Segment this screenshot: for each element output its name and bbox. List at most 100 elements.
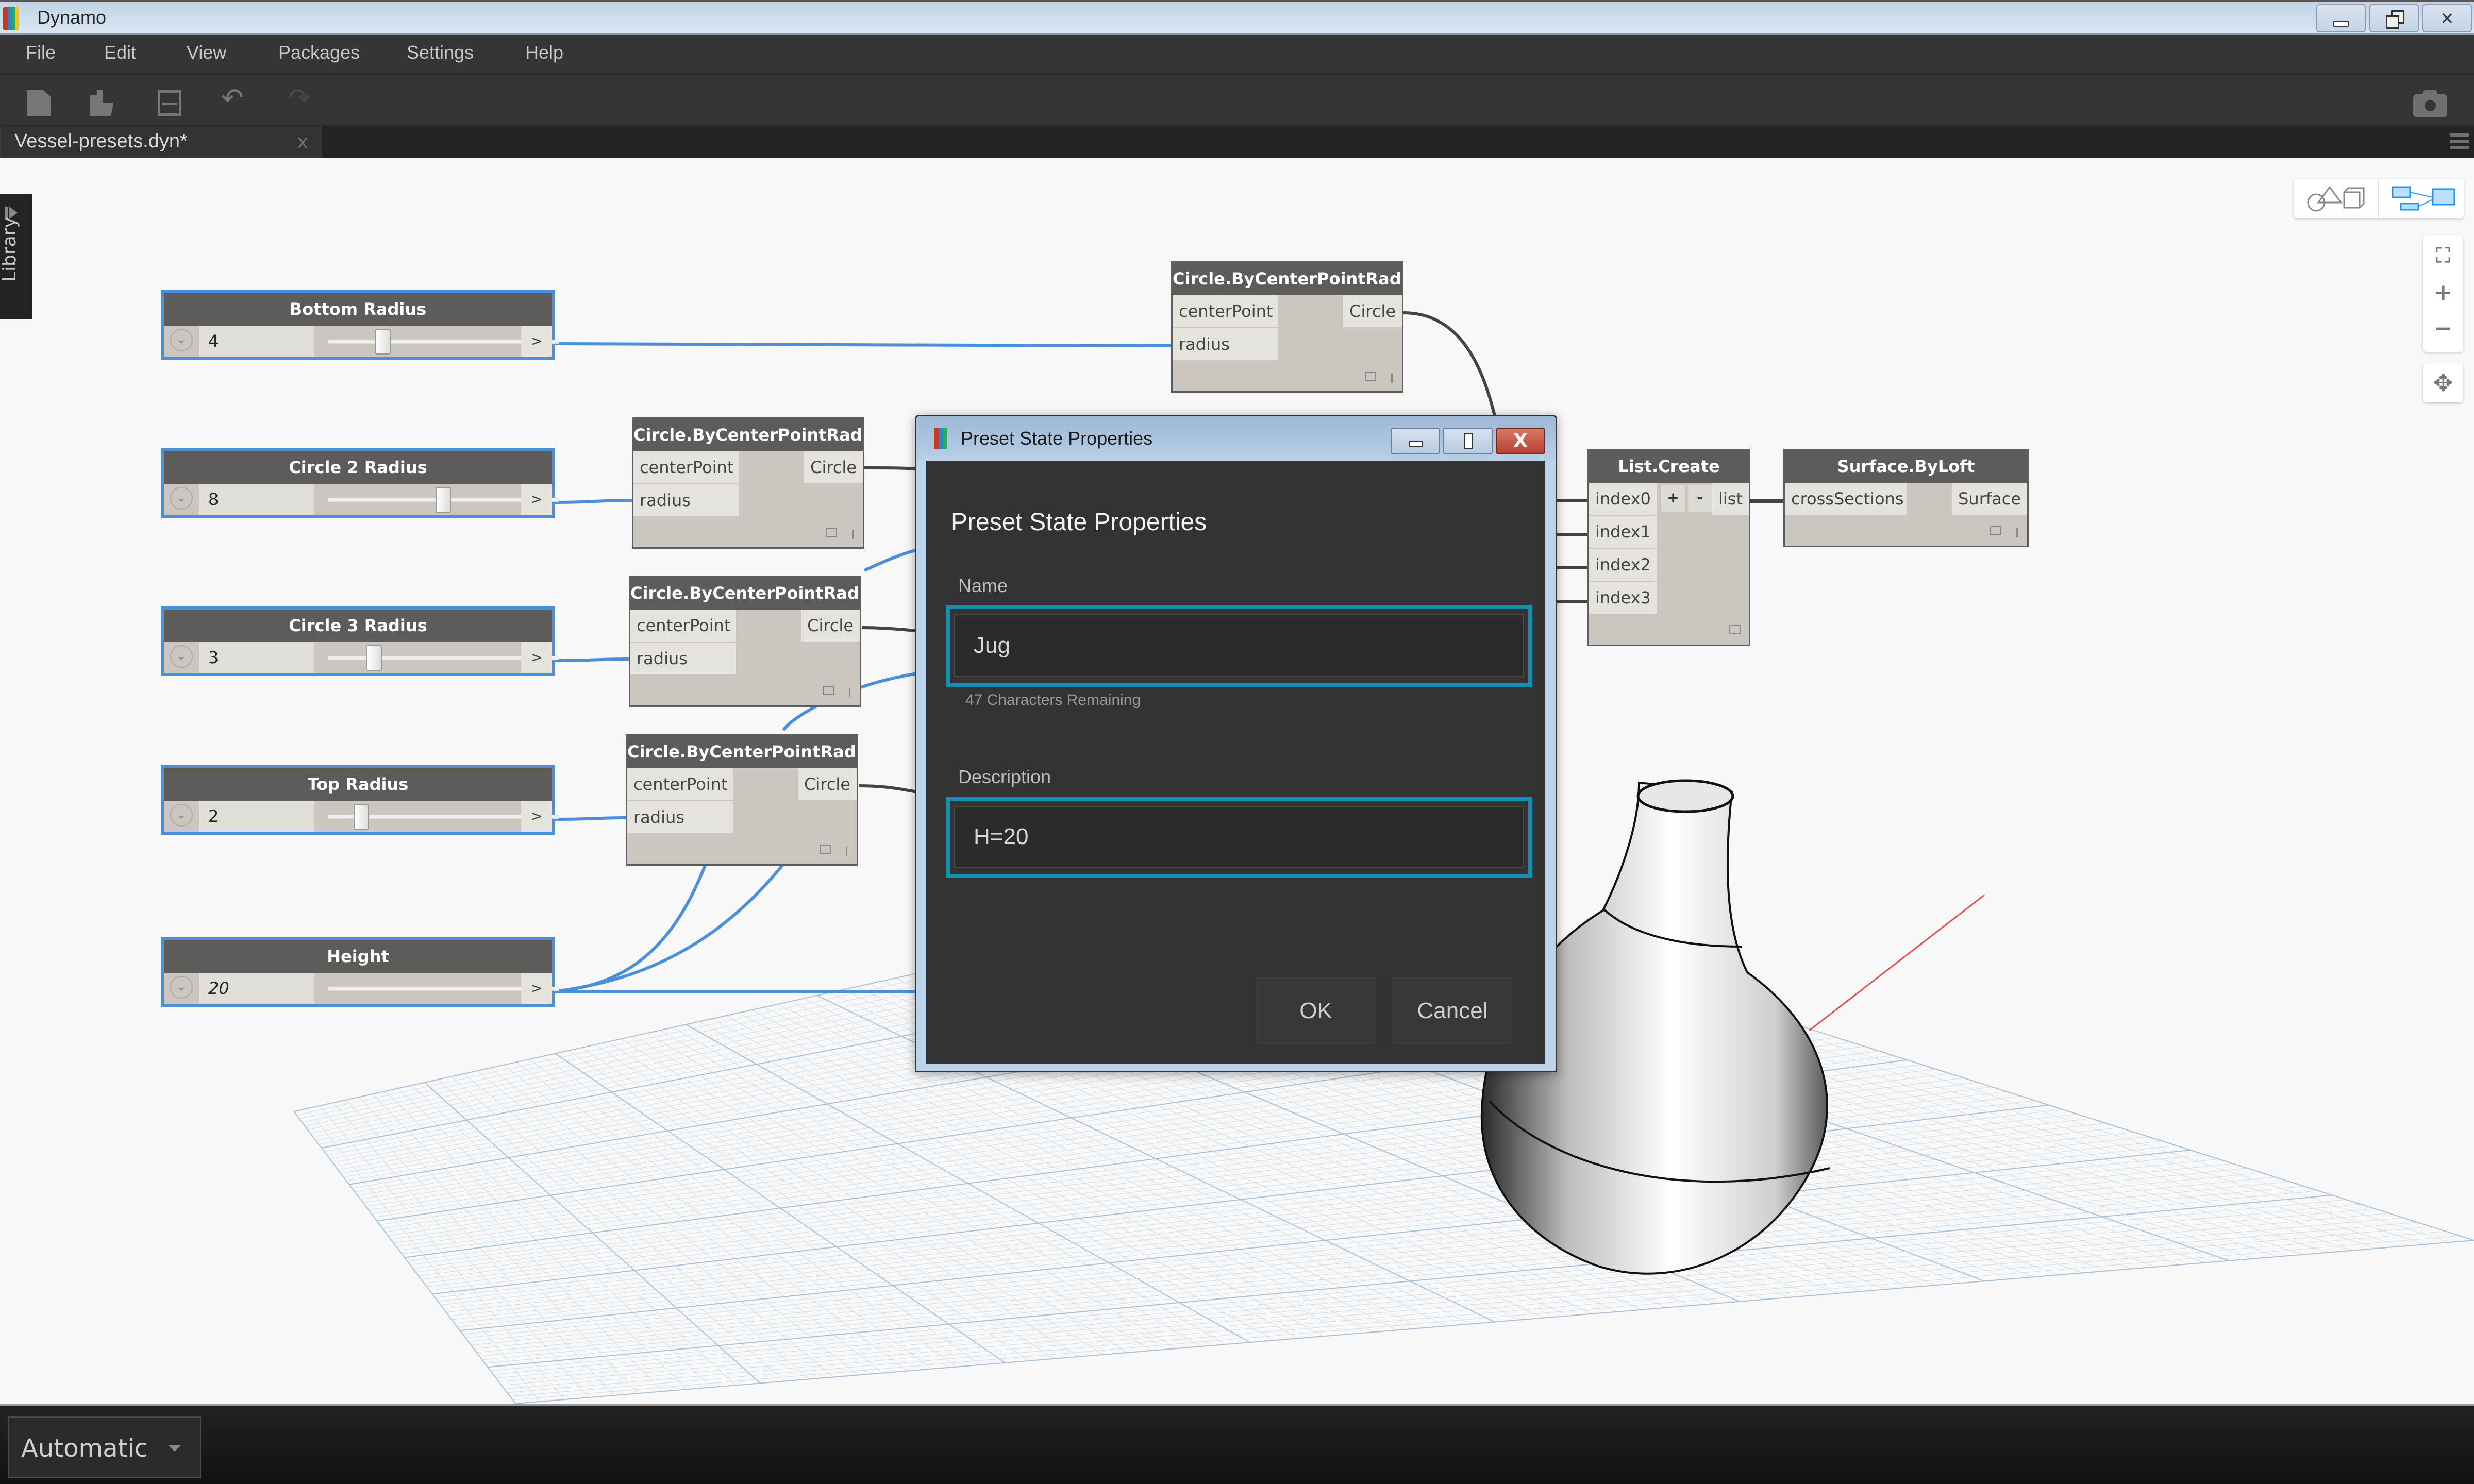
hamburger-menu-icon[interactable]: [2450, 133, 2469, 149]
slider-node-bottom-radius[interactable]: Bottom Radius ⌄ 4 >: [161, 290, 559, 360]
close-button[interactable]: ✕: [2422, 4, 2472, 32]
slider-value-field[interactable]: 8: [199, 484, 314, 515]
preview-toggle-icon[interactable]: [1990, 526, 2001, 535]
zoom-out-button[interactable]: −: [2423, 311, 2463, 347]
graph-view-icon[interactable]: [2392, 186, 2459, 212]
node-title: Surface.ByLoft: [1785, 450, 2027, 483]
lacing-icon: [852, 530, 854, 539]
slider-value-field[interactable]: 20: [199, 973, 314, 1004]
preview-toggle-icon[interactable]: [1365, 372, 1376, 381]
expand-chevron-icon[interactable]: ⌄: [170, 645, 193, 668]
tab-vessel-presets[interactable]: Vessel-presets.dyn* x: [0, 126, 322, 158]
node-title: Circle.ByCenterPointRadius: [1173, 263, 1402, 295]
slider-node-height[interactable]: Height ⌄ 20 >: [161, 937, 559, 1007]
slider-node-top-radius[interactable]: Top Radius ⌄ 2 >: [161, 765, 559, 835]
slider-value-field[interactable]: 3: [199, 642, 314, 673]
input-port-centerpoint[interactable]: centerPoint: [633, 451, 739, 483]
circle-node[interactable]: Circle.ByCenterPointRadius centerPoint Ci…: [1171, 261, 1403, 393]
slider-thumb[interactable]: [354, 804, 370, 830]
pan-icon[interactable]: ✥: [2423, 363, 2463, 402]
preview-toggle-icon[interactable]: [1729, 625, 1741, 634]
undo-icon[interactable]: ↶: [221, 83, 244, 114]
save-icon[interactable]: [158, 90, 181, 116]
ok-button[interactable]: OK: [1256, 977, 1376, 1044]
output-port-circle[interactable]: Circle: [804, 451, 863, 483]
geometry-view-icon[interactable]: [2304, 185, 2371, 212]
slider-step-button[interactable]: >: [521, 484, 552, 515]
preview-toggle-icon[interactable]: [823, 686, 834, 695]
zoom-fit-icon[interactable]: ⛶: [2423, 238, 2463, 274]
menu-help[interactable]: Help: [525, 42, 563, 63]
input-port-radius[interactable]: radius: [630, 643, 736, 674]
lacing-icon: [846, 847, 847, 856]
name-input[interactable]: [954, 614, 1524, 677]
slider-thumb[interactable]: [366, 645, 382, 671]
redo-icon[interactable]: ↷: [288, 83, 311, 114]
slider-node-circle3-radius[interactable]: Circle 3 Radius ⌄ 3 >: [161, 606, 559, 676]
slider-thumb[interactable]: [375, 329, 391, 355]
input-port-centerpoint[interactable]: centerPoint: [627, 768, 733, 800]
library-panel-toggle[interactable]: Library: [0, 194, 32, 319]
output-port-surface[interactable]: Surface: [1952, 483, 2027, 515]
tab-bar: Vessel-presets.dyn* x: [0, 126, 2474, 158]
tab-close-icon[interactable]: x: [297, 130, 309, 153]
menu-settings[interactable]: Settings: [407, 42, 474, 63]
output-port-circle[interactable]: Circle: [801, 610, 860, 642]
slider-step-button[interactable]: >: [521, 326, 552, 357]
output-port-circle[interactable]: Circle: [798, 768, 857, 800]
slider-node-circle2-radius[interactable]: Circle 2 Radius ⌄ 8 >: [161, 448, 559, 518]
slider-step-button[interactable]: >: [521, 973, 552, 1004]
menu-view[interactable]: View: [187, 42, 226, 63]
output-port-circle[interactable]: Circle: [1343, 295, 1402, 327]
menu-file[interactable]: File: [26, 42, 56, 63]
new-file-icon[interactable]: [27, 90, 51, 116]
input-port-crosssections[interactable]: crossSections: [1785, 483, 1907, 515]
expand-chevron-icon[interactable]: ⌄: [170, 804, 193, 827]
slider-value-field[interactable]: 2: [199, 801, 314, 832]
run-mode-dropdown[interactable]: Automatic: [8, 1416, 201, 1478]
input-port-index2[interactable]: index2: [1589, 549, 1657, 581]
expand-chevron-icon[interactable]: ⌄: [170, 487, 193, 510]
slider-thumb[interactable]: [436, 487, 451, 513]
slider-value-field[interactable]: 4: [199, 326, 314, 357]
open-file-icon[interactable]: [90, 90, 113, 116]
dialog-title-bar[interactable]: Preset State Properties X: [916, 416, 1556, 461]
lacing-icon: [849, 688, 850, 697]
expand-chevron-icon[interactable]: ⌄: [170, 329, 193, 351]
circle-node[interactable]: Circle.ByCenterPointRadius centerPoint Ci…: [626, 734, 858, 866]
input-port-centerpoint[interactable]: centerPoint: [1173, 295, 1278, 327]
dialog-maximize-button[interactable]: [1443, 428, 1493, 454]
slider-step-button[interactable]: >: [521, 642, 552, 673]
input-port-index0[interactable]: index0: [1589, 483, 1657, 515]
input-port-index1[interactable]: index1: [1589, 516, 1657, 548]
input-port-radius[interactable]: radius: [633, 484, 739, 516]
input-port-radius[interactable]: radius: [1173, 328, 1278, 360]
preview-toggle-icon[interactable]: [826, 528, 837, 537]
dialog-close-button[interactable]: X: [1496, 428, 1545, 454]
surface-byloft-node[interactable]: Surface.ByLoft crossSections Surface: [1783, 449, 2029, 547]
circle-node[interactable]: Circle.ByCenterPointRadius centerPoint Ci…: [629, 576, 861, 707]
expand-chevron-icon[interactable]: ⌄: [170, 976, 193, 999]
remove-input-button[interactable]: -: [1688, 485, 1712, 512]
camera-icon[interactable]: [2413, 90, 2447, 117]
restore-button[interactable]: [2369, 4, 2419, 32]
node-title: Circle 2 Radius: [164, 451, 552, 484]
menu-edit[interactable]: Edit: [104, 42, 136, 63]
input-port-centerpoint[interactable]: centerPoint: [630, 610, 736, 642]
circle-node[interactable]: Circle.ByCenterPointRadius centerPoint Ci…: [632, 417, 864, 549]
minimize-button[interactable]: [2316, 4, 2366, 32]
slider-step-button[interactable]: >: [521, 801, 552, 832]
cancel-button[interactable]: Cancel: [1393, 977, 1512, 1044]
input-port-index3[interactable]: index3: [1589, 582, 1657, 614]
zoom-in-button[interactable]: +: [2423, 275, 2463, 311]
input-port-radius[interactable]: radius: [627, 801, 733, 833]
run-mode-selected: Automatic: [21, 1434, 148, 1463]
description-input[interactable]: [954, 806, 1524, 868]
preview-toggle-icon[interactable]: [820, 845, 831, 854]
lacing-icon: [2016, 528, 2018, 537]
add-input-button[interactable]: +: [1661, 485, 1685, 512]
dialog-minimize-button[interactable]: [1391, 428, 1440, 454]
output-port-list[interactable]: list: [1712, 483, 1749, 515]
list-create-node[interactable]: List.Create index0 + - list index1 index…: [1587, 449, 1750, 646]
menu-packages[interactable]: Packages: [278, 42, 360, 63]
